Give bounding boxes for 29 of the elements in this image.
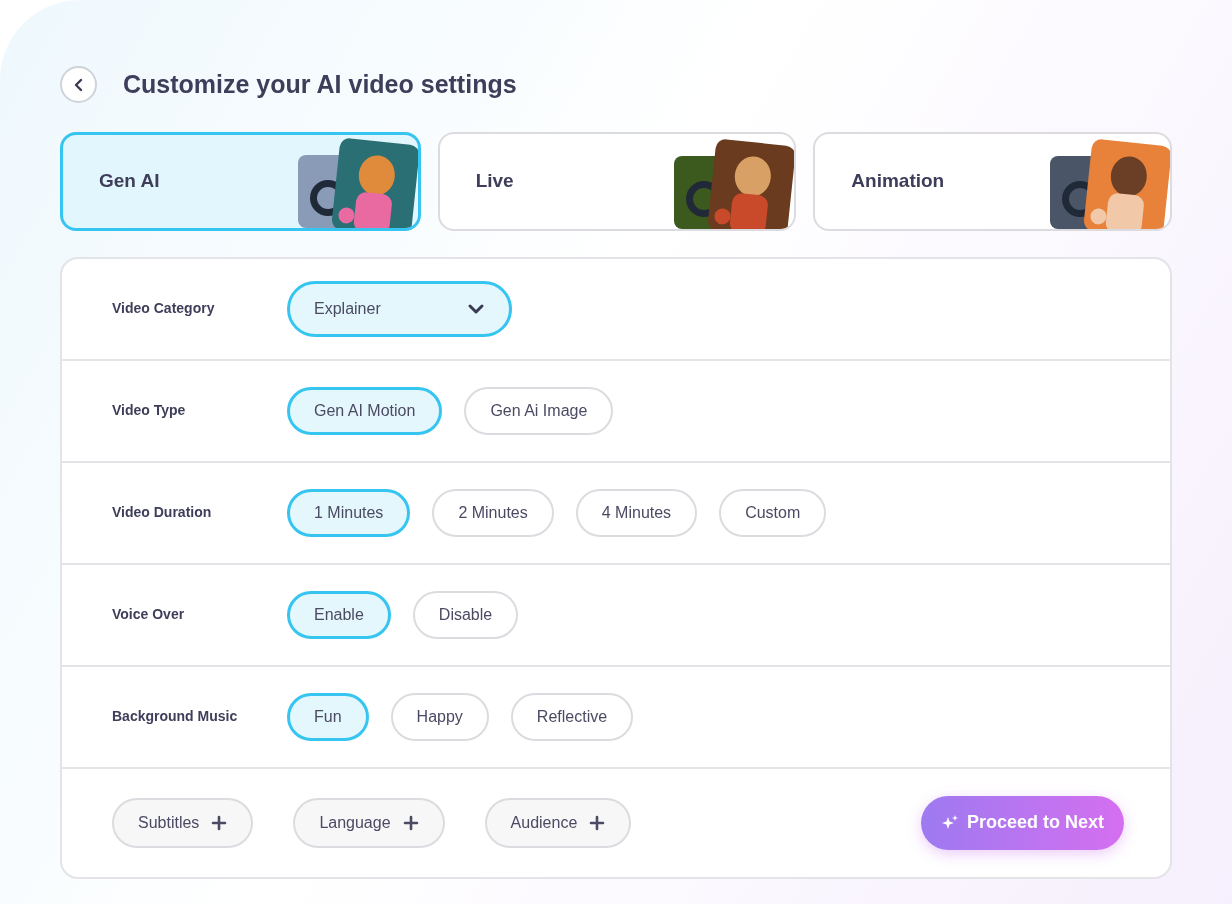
add-option-button[interactable]: Subtitles bbox=[112, 797, 254, 848]
setting-label: Voice Over bbox=[112, 605, 186, 624]
mode-card[interactable]: Live bbox=[437, 131, 797, 231]
setting-label: Video Category bbox=[112, 299, 216, 318]
option-chip[interactable]: Custom bbox=[719, 488, 827, 537]
option-chip[interactable]: Reflective bbox=[510, 692, 634, 741]
setting-label: Video Type bbox=[112, 401, 187, 420]
chevron-down-icon bbox=[467, 302, 485, 315]
setting-label: Background Music bbox=[112, 707, 239, 726]
plus-icon bbox=[211, 814, 228, 831]
plus-icon bbox=[402, 814, 419, 831]
option-chip[interactable]: Gen AI Motion bbox=[287, 386, 443, 435]
option-chip[interactable]: 4 Minutes bbox=[575, 488, 698, 537]
add-option-button[interactable]: Audience bbox=[484, 797, 632, 848]
option-chip[interactable]: 2 Minutes bbox=[432, 488, 554, 537]
mode-card[interactable]: Gen AI bbox=[60, 131, 421, 231]
option-chip[interactable]: 1 Minutes bbox=[287, 488, 411, 537]
add-option-button[interactable]: Language bbox=[293, 797, 445, 848]
option-chip[interactable]: Gen Ai Image bbox=[464, 386, 614, 435]
option-chip[interactable]: Enable bbox=[287, 590, 391, 639]
mode-card[interactable]: Animation bbox=[813, 131, 1172, 231]
plus-icon bbox=[589, 814, 606, 831]
page-title: Customize your AI video settings bbox=[123, 69, 517, 100]
option-chip[interactable]: Fun bbox=[287, 692, 369, 741]
back-button[interactable] bbox=[60, 66, 97, 104]
option-chip[interactable]: Disable bbox=[412, 590, 519, 639]
category-dropdown[interactable]: Explainer bbox=[287, 280, 512, 337]
option-chip[interactable]: Happy bbox=[390, 692, 489, 741]
setting-label: Video Duration bbox=[112, 503, 213, 522]
